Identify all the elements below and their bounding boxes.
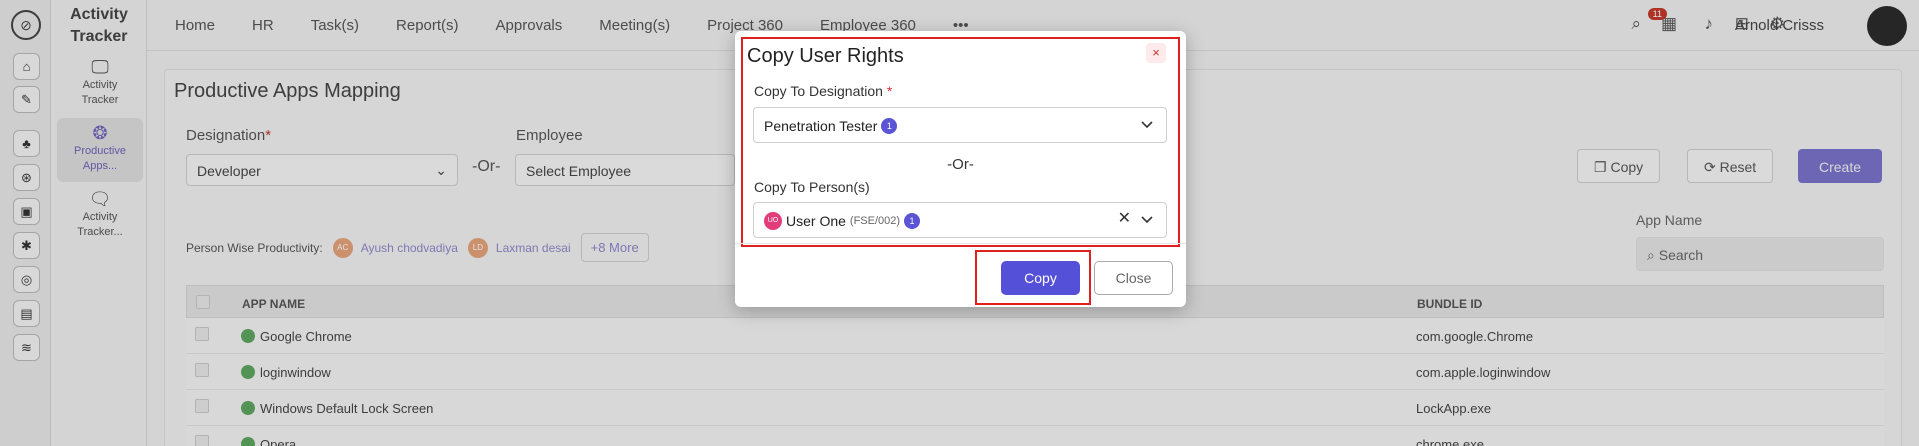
designation-count-badge: 1 (881, 118, 898, 134)
designation-selected: Penetration Tester 1 (764, 118, 898, 134)
person-selected: UO User One (FSE/002) 1 (764, 212, 921, 230)
clear-icon[interactable]: ✕ (1118, 210, 1131, 228)
copy-to-designation-select[interactable]: Penetration Tester 1 (753, 107, 1167, 143)
footer-divider (735, 243, 1186, 244)
person-count-badge: 1 (904, 213, 921, 229)
designation-selected-value: Penetration Tester (764, 118, 878, 134)
copy-to-persons-label: Copy To Person(s) (754, 179, 870, 195)
chevron-down-icon[interactable] (1138, 115, 1156, 133)
close-icon[interactable]: × (1146, 43, 1166, 63)
person-selected-name: User One (786, 213, 846, 229)
chevron-down-icon[interactable] (1138, 210, 1156, 228)
copy-to-designation-label-text: Copy To Designation (754, 83, 883, 99)
copy-to-designation-label: Copy To Designation * (754, 83, 893, 99)
copy-user-rights-modal: Copy User Rights × Copy To Designation *… (735, 31, 1186, 307)
close-button[interactable]: Close (1094, 261, 1173, 295)
person-avatar: UO (764, 212, 782, 230)
modal-title: Copy User Rights (747, 45, 904, 67)
copy-button[interactable]: Copy (1001, 261, 1080, 295)
copy-to-persons-select[interactable]: UO User One (FSE/002) 1 ✕ (753, 202, 1167, 238)
or-divider: -Or- (947, 156, 974, 173)
person-selected-id: (FSE/002) (849, 215, 901, 227)
